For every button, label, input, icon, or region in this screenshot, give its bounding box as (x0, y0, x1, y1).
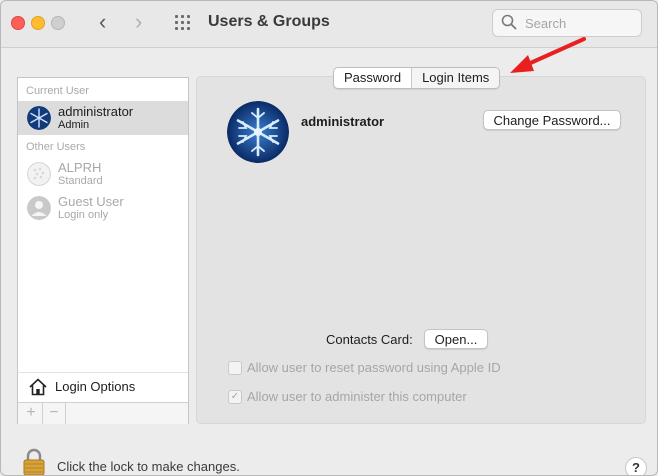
window-title: Users & Groups (208, 13, 330, 30)
search-input[interactable] (523, 13, 637, 33)
remove-user-button[interactable]: − (43, 403, 66, 424)
open-contacts-card-button[interactable]: Open... (424, 329, 488, 349)
user-name: ALPRH (58, 160, 102, 175)
snowflake-avatar-icon (27, 106, 51, 130)
administer-checkbox[interactable]: ✓ (228, 390, 242, 404)
lock-icon[interactable] (23, 448, 45, 476)
administer-label: Allow user to administer this computer (247, 389, 467, 404)
user-name: administrator (58, 104, 134, 119)
login-options-label: Login Options (55, 379, 136, 394)
users-groups-window: ‹ › Users & Groups Current User (0, 0, 658, 476)
help-button[interactable]: ? (625, 457, 647, 475)
user-role: Admin (58, 119, 90, 131)
users-sidebar: Current User administrator Admin Other U… (17, 77, 189, 424)
sidebar-user-guest[interactable]: Guest User Login only (18, 191, 188, 225)
lock-message: Click the lock to make changes. (57, 459, 240, 474)
user-role: Login only (58, 209, 109, 221)
forward-arrow-icon[interactable]: › (135, 10, 142, 34)
add-user-button[interactable]: + (20, 403, 43, 424)
guest-person-icon (27, 196, 51, 220)
show-all-grid-icon[interactable] (175, 15, 193, 31)
tab-login-items[interactable]: Login Items (412, 68, 500, 88)
reset-password-checkbox[interactable] (228, 361, 242, 375)
tab-bar: Password Login Items (333, 67, 501, 89)
login-options-item[interactable]: Login Options (18, 372, 188, 401)
golf-ball-avatar-icon (27, 162, 51, 186)
minimize-button[interactable] (31, 16, 45, 30)
contacts-card-label: Contacts Card: (326, 332, 413, 347)
sidebar-user-administrator[interactable]: administrator Admin (18, 101, 188, 135)
back-arrow-icon[interactable]: ‹ (99, 10, 106, 34)
selected-user-name: administrator (301, 114, 385, 129)
zoom-button[interactable] (51, 16, 65, 30)
house-icon (29, 378, 47, 396)
user-name: Guest User (58, 194, 124, 209)
tab-password[interactable]: Password (334, 68, 413, 88)
user-picture-snowflake[interactable] (227, 101, 289, 163)
add-remove-bar: + − (18, 402, 188, 424)
annotation-arrow-icon (510, 37, 586, 73)
other-users-header: Other Users (26, 141, 86, 153)
current-user-header: Current User (26, 85, 89, 97)
change-password-button[interactable]: Change Password... (483, 110, 621, 130)
reset-password-label: Allow user to reset password using Apple… (247, 360, 501, 375)
search-icon (501, 14, 517, 30)
user-role: Standard (58, 175, 103, 187)
sidebar-user-alprh[interactable]: ALPRH Standard (18, 157, 188, 191)
close-button[interactable] (11, 16, 25, 30)
